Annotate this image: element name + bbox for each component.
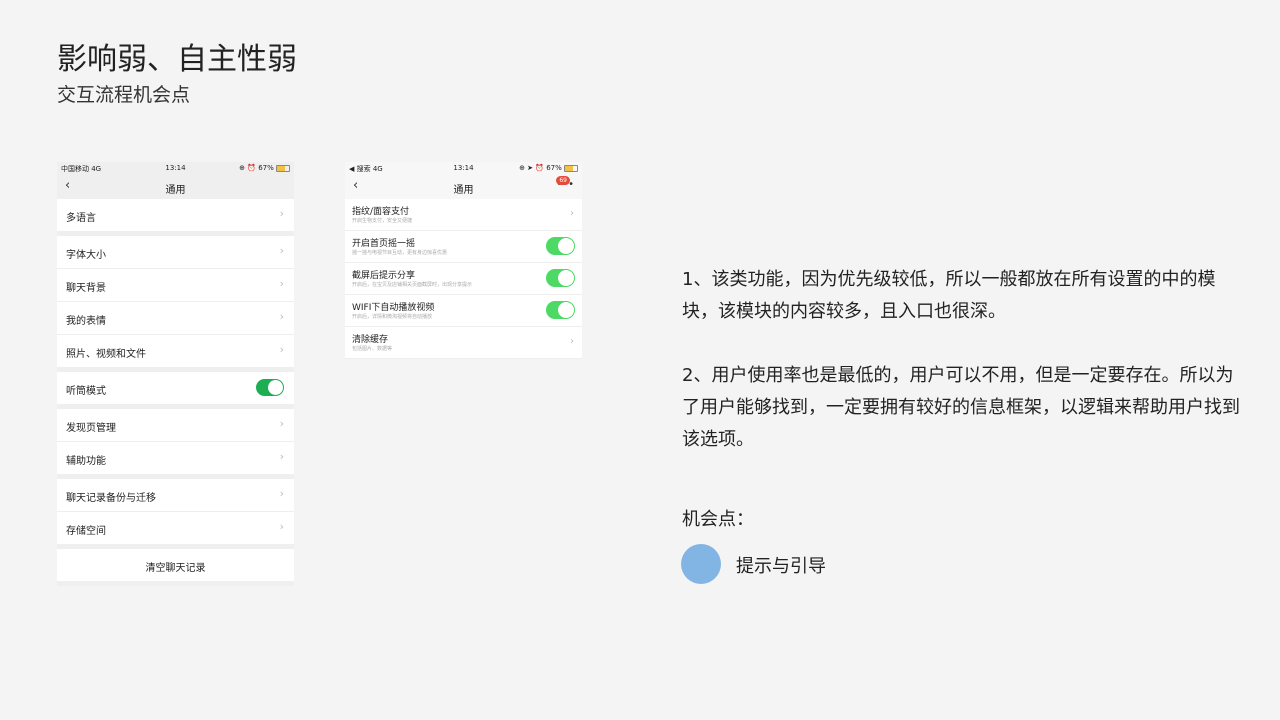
nav-bar: ‹ 通用 <box>57 175 294 199</box>
settings-row-label: 辅助功能 <box>66 456 106 467</box>
battery-indicator: ⊕ ⏰ 67% <box>239 164 290 172</box>
more-icon[interactable]: •••69 <box>556 176 574 190</box>
settings-row-label: 清空聊天记录 <box>145 563 206 574</box>
chevron-right-icon: › <box>279 343 284 356</box>
chevron-right-icon: › <box>279 310 284 323</box>
settings-row-label: 我的表情 <box>66 316 106 327</box>
settings-row-label: 清除缓存 <box>352 335 389 345</box>
settings-row-description: 摇一摇与电视节目互动，更有身边惊喜优惠 <box>352 250 448 256</box>
settings-row[interactable]: 听筒模式 <box>57 372 294 404</box>
group-divider <box>57 581 294 586</box>
settings-row-description: 包括图片、数据等 <box>352 346 393 352</box>
settings-row[interactable]: 发现页管理 › <box>57 409 294 442</box>
chevron-right-icon: › <box>570 208 574 219</box>
settings-row-description: 开启后，在宝贝及店铺相关页面截屏时，出现分享提示 <box>352 282 473 288</box>
chevron-right-icon: › <box>279 207 284 220</box>
settings-group: 听筒模式 <box>57 372 294 404</box>
settings-row-label: 截屏后提示分享 <box>352 271 416 281</box>
settings-row[interactable]: 存储空间 › <box>57 512 294 544</box>
toggle-switch[interactable] <box>546 301 575 319</box>
notification-badge: 69 <box>556 176 570 185</box>
settings-row-label: 存储空间 <box>66 526 106 537</box>
chevron-right-icon: › <box>279 417 284 430</box>
settings-row-label: 聊天背景 <box>66 283 106 294</box>
settings-list: 多语言 › 字体大小 › 聊天背景 › 我的表情 › 照片、视频和文件 › 听筒模式 发现页管理 › 辅助… <box>57 199 294 586</box>
settings-group: 清空聊天记录 <box>57 549 294 581</box>
page-title: 影响弱、自主性弱 <box>57 42 297 77</box>
settings-group: 多语言 › <box>57 199 294 231</box>
settings-row-label: 听筒模式 <box>66 386 106 397</box>
settings-row[interactable]: 清空聊天记录 <box>57 549 294 581</box>
settings-row[interactable]: 清除缓存 包括图片、数据等 › <box>345 327 582 359</box>
settings-row-label: 照片、视频和文件 <box>66 349 146 360</box>
nav-title: 通用 <box>165 185 186 196</box>
opportunity-heading: 机会点： <box>682 509 754 530</box>
legend-dot <box>681 544 721 584</box>
nav-bar: ‹ 通用 •••69 <box>345 175 582 199</box>
battery-indicator: ⊕ ➤ ⏰ 67% <box>519 164 578 172</box>
settings-row-label: 多语言 <box>66 213 96 224</box>
chevron-right-icon: › <box>279 520 284 533</box>
settings-row-description: 开启生物支付，安全又便捷 <box>352 218 413 224</box>
settings-row-label: 字体大小 <box>66 250 106 261</box>
settings-row-label: 发现页管理 <box>66 423 116 434</box>
settings-row-label: 开启首页摇一摇 <box>352 239 416 249</box>
settings-row-label: 聊天记录备份与迁移 <box>66 493 156 504</box>
toggle-switch[interactable] <box>546 237 575 255</box>
chevron-right-icon: › <box>570 336 574 347</box>
settings-group: 发现页管理 › 辅助功能 › <box>57 409 294 474</box>
settings-row[interactable]: 指纹/面容支付 开启生物支付，安全又便捷 › <box>345 199 582 231</box>
settings-row[interactable]: 聊天背景 › <box>57 269 294 302</box>
settings-row[interactable]: 辅助功能 › <box>57 442 294 474</box>
nav-title: 通用 <box>453 185 474 196</box>
settings-row-description: 开启后，详情和微淘视频将自动播放 <box>352 314 433 320</box>
explanation-paragraph-1: 1、该类功能，因为优先级较低，所以一般都放在所有设置的中的模块，该模块的内容较多… <box>682 269 1216 322</box>
settings-list: 指纹/面容支付 开启生物支付，安全又便捷 › 开启首页摇一摇 摇一摇与电视节目互动，更有… <box>345 199 582 359</box>
legend-label: 提示与引导 <box>736 556 826 577</box>
explanation-paragraph-2: 2、用户使用率也是最低的，用户可以不用，但是一定要存在。所以为了用户能够找到，一… <box>682 365 1240 450</box>
battery-icon <box>564 164 578 172</box>
toggle-switch[interactable] <box>256 379 284 396</box>
chevron-right-icon: › <box>279 277 284 290</box>
chevron-right-icon: › <box>279 450 284 463</box>
chevron-right-icon: › <box>279 244 284 257</box>
settings-group: 聊天记录备份与迁移 › 存储空间 › <box>57 479 294 544</box>
phone-screenshot-wechat-general: 中国移动 4G 13:14 ⊕ ⏰ 67% ‹ 通用 多语言 › 字体大小 › 聊天背景… <box>57 162 294 586</box>
settings-row-label: 指纹/面容支付 <box>352 207 410 217</box>
toggle-switch[interactable] <box>546 269 575 287</box>
page-subtitle: 交互流程机会点 <box>57 84 191 106</box>
settings-row[interactable]: 我的表情 › <box>57 302 294 335</box>
settings-row[interactable]: 聊天记录备份与迁移 › <box>57 479 294 512</box>
status-bar: 中国移动 4G 13:14 ⊕ ⏰ 67% <box>57 162 294 175</box>
settings-row[interactable]: 字体大小 › <box>57 236 294 269</box>
settings-row[interactable]: 多语言 › <box>57 199 294 231</box>
settings-row[interactable]: WIFI下自动播放视频 开启后，详情和微淘视频将自动播放 <box>345 295 582 327</box>
phone-screenshot-taobao-general: ◀ 搜索 4G 13:14 ⊕ ➤ ⏰ 67% ‹ 通用 •••69 指纹/面容… <box>345 162 582 359</box>
settings-row[interactable]: 开启首页摇一摇 摇一摇与电视节目互动，更有身边惊喜优惠 <box>345 231 582 263</box>
chevron-right-icon: › <box>279 487 284 500</box>
battery-icon <box>276 164 290 172</box>
status-bar: ◀ 搜索 4G 13:14 ⊕ ➤ ⏰ 67% <box>345 162 582 175</box>
settings-group: 字体大小 › 聊天背景 › 我的表情 › 照片、视频和文件 › <box>57 236 294 367</box>
settings-row[interactable]: 截屏后提示分享 开启后，在宝贝及店铺相关页面截屏时，出现分享提示 <box>345 263 582 295</box>
settings-row-label: WIFI下自动播放视频 <box>352 303 435 313</box>
settings-row[interactable]: 照片、视频和文件 › <box>57 335 294 367</box>
